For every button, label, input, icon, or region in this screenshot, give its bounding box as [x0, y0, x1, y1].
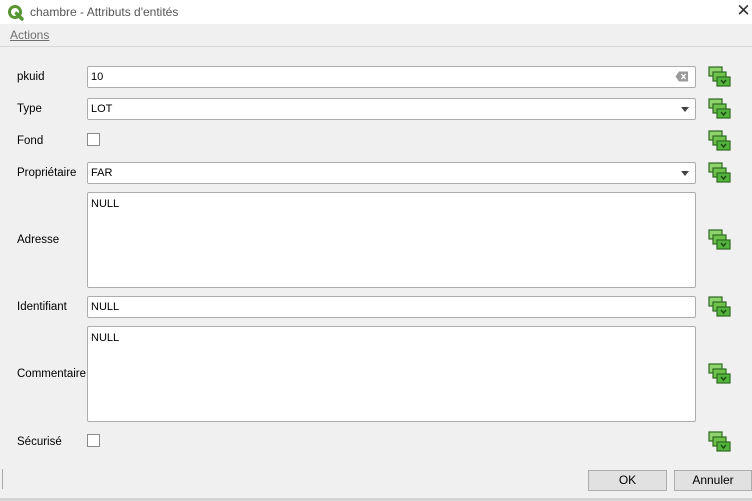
pkuid-label: pkuid	[17, 71, 45, 83]
proprietaire-value: FAR	[91, 167, 113, 179]
pkuid-value: 10	[91, 71, 104, 83]
fond-checkbox[interactable]	[87, 133, 100, 146]
adresse-textarea[interactable]: NULL	[87, 192, 696, 288]
ok-button[interactable]: OK	[588, 470, 667, 491]
commentaire-textarea[interactable]: NULL	[87, 326, 696, 422]
data-defined-override-icon[interactable]	[708, 130, 732, 154]
data-defined-override-icon[interactable]	[708, 431, 732, 455]
data-defined-override-icon[interactable]	[708, 363, 732, 387]
menu-actions[interactable]: Actions	[10, 28, 49, 42]
identifiant-input[interactable]: NULL	[87, 296, 696, 318]
chevron-down-icon	[681, 107, 689, 112]
cancel-button[interactable]: Annuler	[674, 470, 752, 491]
chevron-down-icon	[681, 171, 689, 176]
qgis-logo-icon	[8, 5, 24, 21]
identifiant-value: NULL	[91, 301, 120, 313]
data-defined-override-icon[interactable]	[708, 98, 732, 122]
window-title: chambre - Attributs d'entités	[30, 5, 179, 19]
pkuid-input[interactable]: 10	[87, 66, 696, 88]
menu-bar: Actions	[0, 24, 752, 47]
type-value: LOT	[91, 103, 113, 115]
data-defined-override-icon[interactable]	[708, 229, 732, 253]
adresse-label: Adresse	[17, 234, 60, 246]
identifiant-label: Identifiant	[17, 301, 67, 313]
securise-checkbox[interactable]	[87, 434, 100, 447]
type-label: Type	[17, 103, 42, 115]
proprietaire-select[interactable]: FAR	[87, 162, 696, 184]
clear-icon[interactable]	[675, 71, 689, 82]
data-defined-override-icon[interactable]	[708, 66, 732, 90]
data-defined-override-icon[interactable]	[708, 162, 732, 186]
title-bar: chambre - Attributs d'entités ✕	[0, 0, 752, 24]
securise-label: Sécurisé	[17, 436, 62, 448]
left-edge-marker	[0, 469, 3, 489]
commentaire-value: NULL	[91, 332, 120, 344]
adresse-value: NULL	[91, 198, 120, 210]
commentaire-label: Commentaire	[17, 368, 87, 380]
data-defined-override-icon[interactable]	[708, 296, 732, 320]
proprietaire-label: Propriétaire	[17, 167, 77, 179]
close-button[interactable]: ✕	[735, 0, 752, 22]
type-select[interactable]: LOT	[87, 98, 696, 120]
fond-label: Fond	[17, 135, 44, 147]
